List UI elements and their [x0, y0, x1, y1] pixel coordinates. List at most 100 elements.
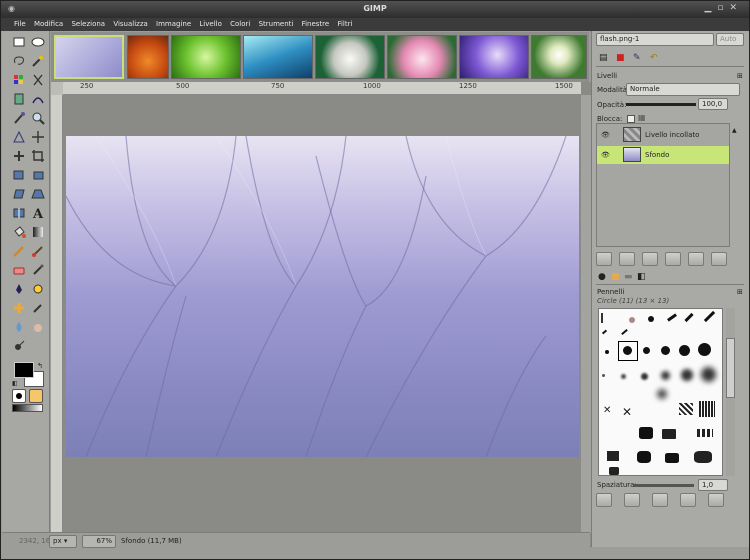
shear-icon[interactable]	[12, 187, 26, 201]
brushes-scrollbar[interactable]	[726, 308, 735, 476]
menu-visualizza[interactable]: Visualizza	[113, 18, 147, 31]
layer-row[interactable]: 👁 Livello incollato	[597, 126, 729, 144]
menu-livello[interactable]: Livello	[199, 18, 221, 31]
horizontal-ruler[interactable]: 250 500 750 1000 1250 1500	[63, 82, 581, 95]
rotate-icon[interactable]	[12, 168, 26, 182]
duplicate-layer-button[interactable]	[665, 252, 681, 266]
clone-icon[interactable]	[31, 282, 45, 296]
perspective-clone-icon[interactable]	[31, 301, 45, 315]
eraser-icon[interactable]	[12, 263, 26, 277]
lock-pixels-checkbox[interactable]	[627, 115, 635, 123]
delete-brush-button[interactable]	[680, 493, 696, 507]
scissors-icon[interactable]	[31, 73, 45, 87]
vertical-ruler[interactable]	[51, 95, 63, 533]
window-controls[interactable]: ▁▫✕	[704, 3, 743, 13]
default-colors-icon[interactable]: ◧	[12, 380, 18, 387]
anchor-layer-button[interactable]	[688, 252, 704, 266]
vertical-scrollbar[interactable]	[581, 95, 591, 533]
menu-modifica[interactable]: Modifica	[34, 18, 63, 31]
paths-icon[interactable]	[31, 92, 45, 106]
brush-grid[interactable]: ✕ ✕	[598, 308, 723, 476]
channels-tab-icon[interactable]: ■	[616, 53, 625, 63]
spacing-input[interactable]: 1,0	[698, 479, 728, 491]
menu-colori[interactable]: Colori	[230, 18, 250, 31]
raise-layer-button[interactable]	[619, 252, 635, 266]
auto-button[interactable]: Auto	[716, 33, 744, 46]
color-picker-icon[interactable]	[12, 111, 26, 125]
ink-icon[interactable]	[12, 282, 26, 296]
edit-brush-button[interactable]	[596, 493, 612, 507]
text-icon[interactable]: A	[31, 206, 45, 222]
visibility-eye-icon[interactable]: 👁	[601, 146, 610, 164]
paintbrush-icon[interactable]	[31, 244, 45, 258]
align-icon[interactable]	[12, 149, 26, 163]
mode-select[interactable]: Normale	[626, 83, 740, 96]
undo-tab-icon[interactable]: ↶	[650, 53, 658, 63]
refresh-brushes-button[interactable]	[708, 493, 724, 507]
duplicate-brush-button[interactable]	[652, 493, 668, 507]
opacity-input[interactable]: 100,0	[698, 98, 728, 110]
rect-select-icon[interactable]	[12, 35, 26, 49]
panel-menu-icon[interactable]: ⊞	[737, 288, 743, 296]
pencil-icon[interactable]	[12, 244, 26, 258]
visibility-eye-icon[interactable]: 👁	[601, 126, 610, 144]
thumb-orange-leaves[interactable]	[127, 35, 169, 79]
patterns-tab-icon[interactable]: ■	[611, 272, 620, 282]
unit-select[interactable]: px ▾	[49, 535, 77, 548]
zoom-select[interactable]: 67%	[82, 535, 116, 548]
smudge-icon[interactable]	[31, 320, 45, 334]
blur-icon[interactable]	[12, 320, 26, 334]
perspective-icon[interactable]	[31, 187, 45, 201]
thumb-pink-lotus[interactable]	[387, 35, 457, 79]
opacity-slider[interactable]	[626, 103, 696, 106]
spacing-slider[interactable]	[634, 484, 694, 487]
measure-icon[interactable]	[12, 130, 26, 144]
scale-icon[interactable]	[31, 168, 45, 182]
ellipse-select-icon[interactable]	[31, 35, 45, 49]
menu-immagine[interactable]: Immagine	[156, 18, 191, 31]
panel-menu-icon[interactable]: ⊞	[737, 72, 743, 80]
layer-row-selected[interactable]: 👁 Sfondo	[597, 146, 729, 164]
color-select-icon[interactable]	[12, 73, 26, 87]
zoom-icon[interactable]	[31, 111, 45, 125]
airbrush-icon[interactable]	[31, 263, 45, 277]
brush-indicator[interactable]	[12, 389, 26, 403]
thumb-white-flowers[interactable]	[531, 35, 587, 79]
menu-seleziona[interactable]: Seleziona	[71, 18, 105, 31]
pattern-indicator[interactable]	[29, 389, 43, 403]
blend-icon[interactable]	[31, 225, 45, 239]
menu-file[interactable]: File	[14, 18, 26, 31]
delete-layer-button[interactable]	[711, 252, 727, 266]
swap-colors-icon[interactable]: ↰	[37, 362, 43, 370]
paths-tab-icon[interactable]: ✎	[633, 53, 641, 63]
crop-icon[interactable]	[31, 149, 45, 163]
gradients-tab-icon[interactable]: ▬	[624, 272, 633, 282]
quick-mask-corner[interactable]	[51, 82, 63, 95]
menu-filtri[interactable]: Filtri	[337, 18, 352, 31]
fuzzy-select-icon[interactable]	[31, 54, 45, 68]
bucket-fill-icon[interactable]	[12, 225, 26, 239]
flip-icon[interactable]	[12, 206, 26, 220]
new-brush-button[interactable]	[624, 493, 640, 507]
foreground-select-icon[interactable]	[12, 92, 26, 106]
image-canvas[interactable]	[66, 136, 579, 457]
menu-finestre[interactable]: Finestre	[302, 18, 330, 31]
layers-scroll-up[interactable]: ▲	[732, 127, 737, 134]
gradient-indicator[interactable]	[12, 404, 43, 412]
layers-tab-icon[interactable]: ▤	[599, 53, 608, 63]
thumb-dandelion[interactable]	[54, 35, 124, 79]
menu-strumenti[interactable]: Strumenti	[259, 18, 294, 31]
brushes-tab-icon[interactable]: ●	[598, 272, 606, 282]
move-icon[interactable]	[31, 130, 45, 144]
lock-alpha-icon[interactable]: ▦	[638, 113, 646, 122]
thumb-green-spiral[interactable]	[171, 35, 241, 79]
thumb-dandelion-seed[interactable]	[315, 35, 385, 79]
thumb-purple-flower[interactable]	[459, 35, 529, 79]
lower-layer-button[interactable]	[642, 252, 658, 266]
thumb-blue-agave[interactable]	[243, 35, 313, 79]
dodge-burn-icon[interactable]	[12, 339, 26, 353]
image-select[interactable]: flash.png-1	[596, 33, 714, 46]
fonts-tab-icon[interactable]: ◧	[637, 272, 646, 282]
lasso-icon[interactable]	[12, 54, 26, 68]
new-layer-button[interactable]	[596, 252, 612, 266]
